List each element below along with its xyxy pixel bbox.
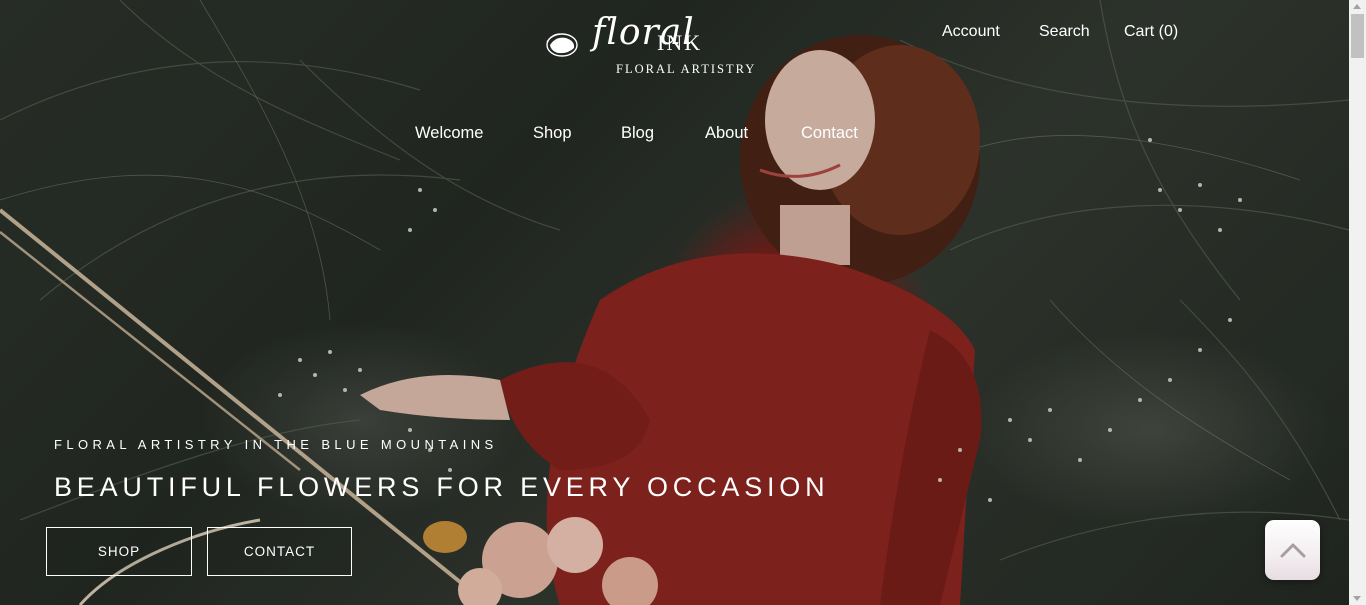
nav-item-contact[interactable]: Contact — [801, 124, 858, 143]
logo-wordmark: INK — [657, 30, 703, 55]
nav-item-about[interactable]: About — [705, 124, 748, 143]
chevron-up-icon — [1280, 543, 1305, 558]
cart-link[interactable]: Cart (0) — [1124, 23, 1178, 41]
nav-item-welcome[interactable]: Welcome — [415, 124, 483, 143]
search-link[interactable]: Search — [1039, 23, 1090, 41]
page-scrollbar[interactable] — [1349, 0, 1366, 605]
site-logo[interactable]: floral INK FLORAL ARTISTRY — [542, 10, 757, 80]
back-to-top-button[interactable] — [1265, 520, 1320, 580]
shop-button[interactable]: SHOP — [46, 527, 192, 576]
hero-headline: BEAUTIFUL FLOWERS FOR EVERY OCCASION — [54, 472, 830, 502]
scroll-up-icon[interactable] — [1353, 4, 1361, 9]
nav-item-shop[interactable]: Shop — [533, 124, 572, 143]
scrollbar-thumb[interactable] — [1351, 14, 1364, 58]
logo-tagline: FLORAL ARTISTRY — [616, 62, 757, 76]
hero-image — [0, 0, 1349, 605]
nav-item-blog[interactable]: Blog — [621, 124, 654, 143]
peony-flower-icon — [546, 33, 578, 57]
hero-overlay — [0, 0, 1349, 605]
account-link[interactable]: Account — [942, 23, 1000, 41]
scroll-down-icon[interactable] — [1353, 596, 1361, 601]
contact-button[interactable]: CONTACT — [207, 527, 352, 576]
hero-kicker: FLORAL ARTISTRY IN THE BLUE MOUNTAINS — [54, 437, 498, 452]
